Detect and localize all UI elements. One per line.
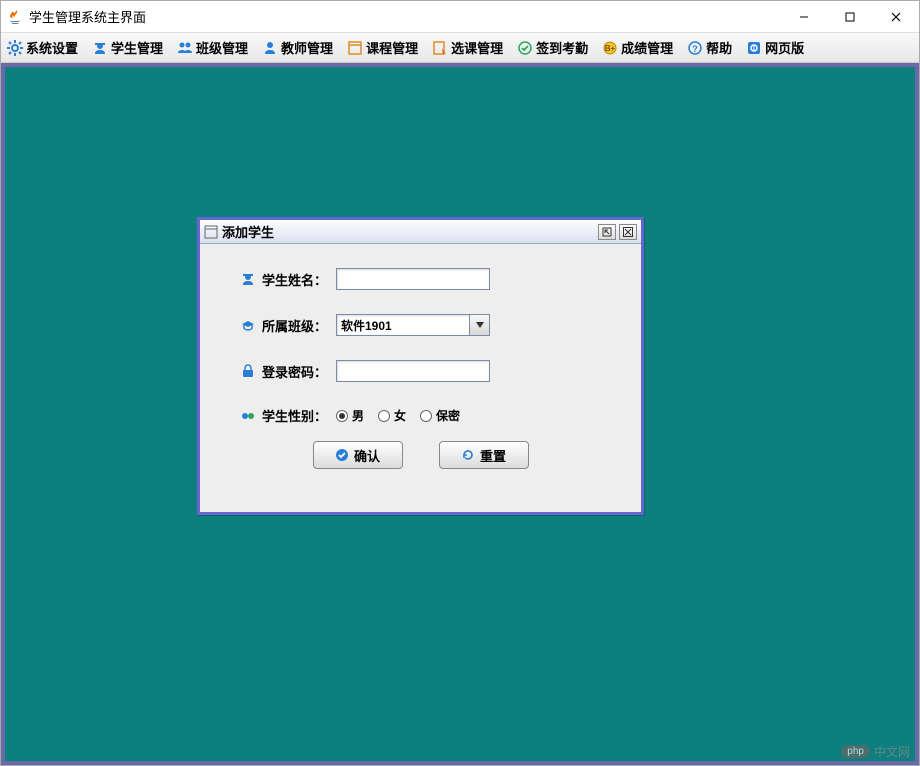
java-icon [7, 9, 23, 25]
svg-text:?: ? [692, 44, 698, 54]
minimize-button[interactable] [781, 1, 827, 32]
help-icon: ? [687, 40, 703, 56]
field-gender: 学生性别： 男 女 保密 [240, 406, 601, 425]
class-combobox[interactable]: 软件1901 [336, 314, 490, 336]
radio-male[interactable]: 男 [336, 407, 364, 424]
web-icon [746, 40, 762, 56]
teacher-icon [262, 40, 278, 56]
php-badge: php [841, 745, 870, 758]
window-title: 学生管理系统主界面 [29, 7, 146, 26]
menu-teacher-mgmt[interactable]: 教师管理 [260, 36, 335, 59]
password-label: 登录密码： [262, 362, 336, 381]
mdi-desktop: 添加学生 学生姓名： 所属班级： 软件1901 [1, 63, 919, 765]
class-label: 所属班级： [262, 316, 336, 335]
toolbar: 系统设置 学生管理 班级管理 教师管理 课程管理 选课管理 签到考勤 B+ 成绩 [1, 33, 919, 63]
radio-icon [420, 410, 432, 422]
reset-button[interactable]: 重置 [439, 441, 529, 469]
menu-selection-mgmt[interactable]: 选课管理 [430, 36, 505, 59]
menu-system-settings[interactable]: 系统设置 [5, 36, 80, 59]
name-input[interactable] [336, 268, 490, 290]
close-button[interactable] [873, 1, 919, 32]
ok-button[interactable]: 确认 [313, 441, 403, 469]
dialog-buttons: 确认 重置 [240, 441, 601, 469]
window-icon [204, 225, 218, 239]
watermark-text: 中文网 [874, 743, 910, 760]
student-icon [92, 40, 108, 56]
add-student-dialog: 添加学生 学生姓名： 所属班级： 软件1901 [197, 217, 644, 515]
menu-class-mgmt[interactable]: 班级管理 [175, 36, 250, 59]
chevron-down-icon [469, 315, 489, 335]
menu-help[interactable]: ? 帮助 [685, 36, 734, 59]
gender-icon [240, 408, 256, 424]
menu-student-mgmt[interactable]: 学生管理 [90, 36, 165, 59]
menu-attendance[interactable]: 签到考勤 [515, 36, 590, 59]
menu-grades-mgmt[interactable]: B+ 成绩管理 [600, 36, 675, 59]
window-controls [781, 1, 919, 32]
radio-icon [336, 410, 348, 422]
student-icon [240, 271, 256, 287]
selection-icon [432, 40, 448, 56]
main-window: 学生管理系统主界面 系统设置 学生管理 班级管理 [0, 0, 920, 766]
gender-radios: 男 女 保密 [336, 407, 460, 424]
menu-course-mgmt[interactable]: 课程管理 [345, 36, 420, 59]
attendance-icon [517, 40, 533, 56]
field-student-name: 学生姓名： [240, 268, 601, 290]
dialog-close-button[interactable] [619, 224, 637, 240]
maximize-button[interactable] [827, 1, 873, 32]
field-password: 登录密码： [240, 360, 601, 382]
titlebar: 学生管理系统主界面 [1, 1, 919, 33]
watermark: php 中文网 [841, 743, 910, 760]
field-class: 所属班级： 软件1901 [240, 314, 601, 336]
radio-icon [378, 410, 390, 422]
menu-web-version[interactable]: 网页版 [744, 36, 806, 59]
gear-icon [7, 40, 23, 56]
dialog-titlebar: 添加学生 [200, 220, 641, 244]
radio-female[interactable]: 女 [378, 407, 406, 424]
dialog-title: 添加学生 [222, 222, 274, 241]
dialog-maximize-button[interactable] [598, 224, 616, 240]
name-label: 学生姓名： [262, 270, 336, 289]
svg-text:B+: B+ [605, 44, 616, 53]
class-icon [177, 40, 193, 56]
course-icon [347, 40, 363, 56]
password-input[interactable] [336, 360, 490, 382]
reset-icon [461, 448, 475, 462]
lock-icon [240, 363, 256, 379]
gender-label: 学生性别： [262, 406, 336, 425]
grades-icon: B+ [602, 40, 618, 56]
check-icon [335, 448, 349, 462]
radio-secret[interactable]: 保密 [420, 407, 460, 424]
class-value: 软件1901 [337, 315, 469, 335]
dialog-form: 学生姓名： 所属班级： 软件1901 登录密码： [200, 244, 641, 479]
class-icon [240, 317, 256, 333]
